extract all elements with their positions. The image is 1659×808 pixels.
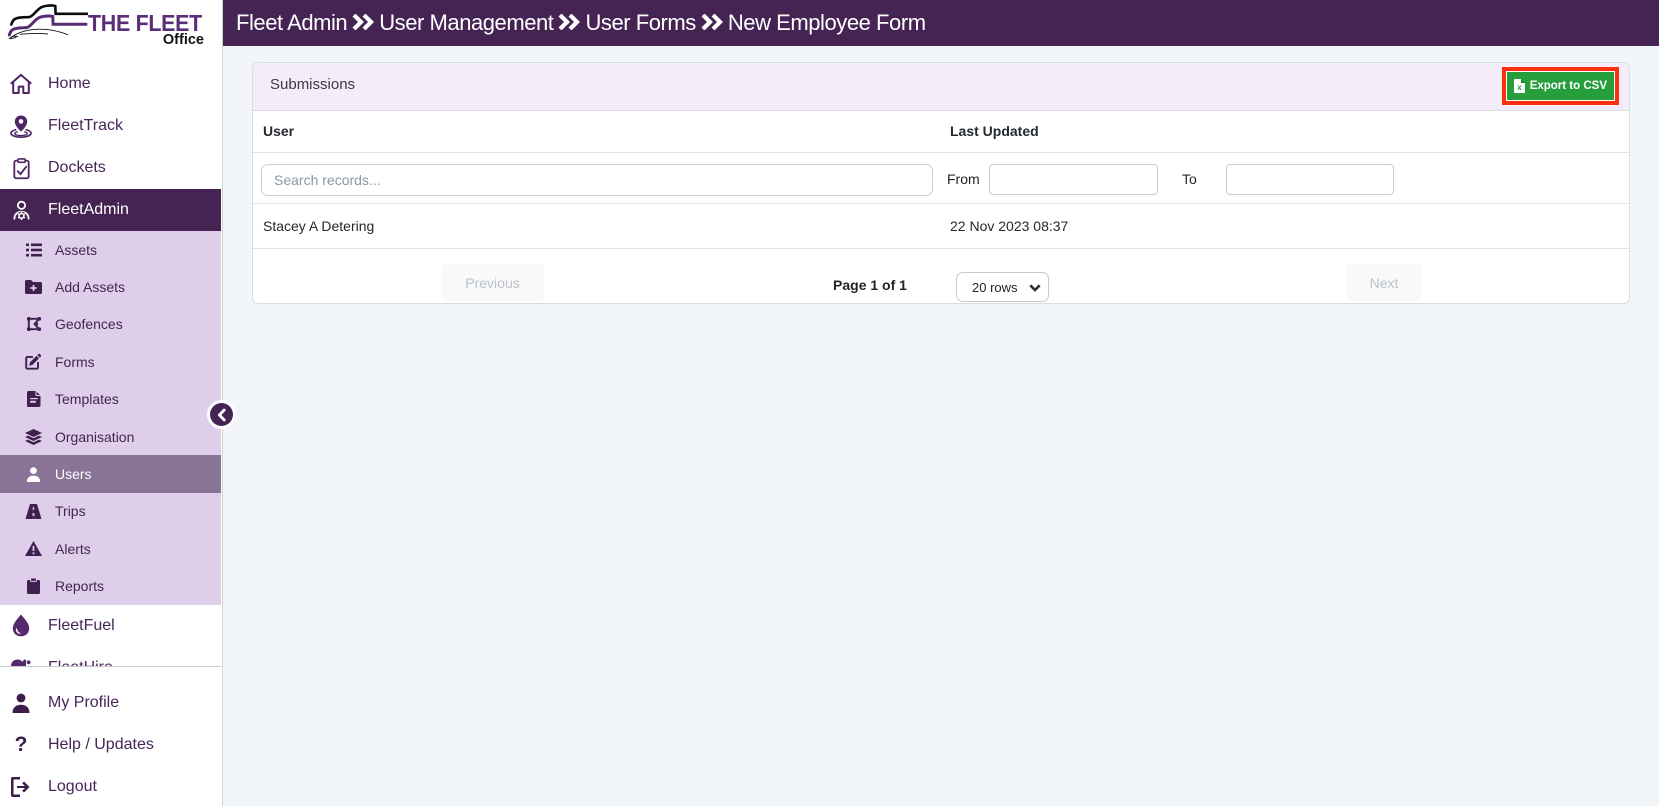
svg-text:x: x: [1517, 83, 1522, 92]
